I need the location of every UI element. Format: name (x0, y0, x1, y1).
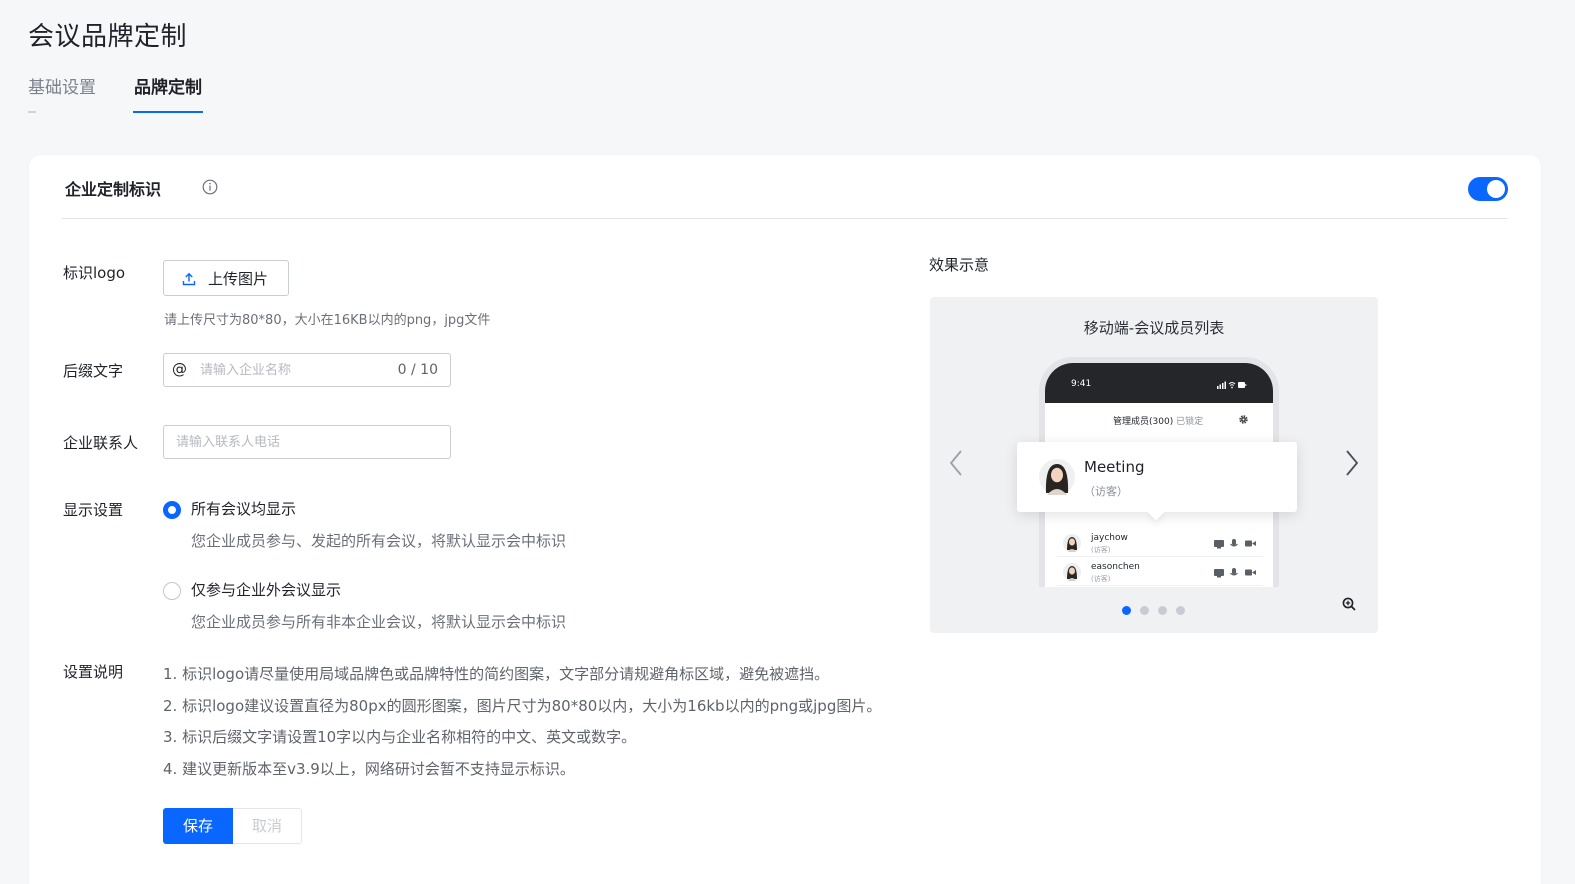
display-label: 显示设置 (63, 501, 124, 519)
member-name: jaychow (1091, 533, 1128, 543)
screen-mic-camera-icons (1214, 539, 1256, 549)
company-name-input[interactable] (200, 354, 390, 386)
member-list-title: 管理成员(300) 已锁定 (1113, 414, 1203, 427)
radio-description: 您企业成员参与、发起的所有会议，将默认显示会中标识 (191, 532, 567, 550)
tab-brand-customization[interactable]: 品牌定制 (133, 76, 203, 114)
avatar (1063, 534, 1081, 552)
contact-phone-input[interactable] (176, 426, 442, 458)
notes-label: 设置说明 (63, 663, 124, 681)
note-item: 3. 标识后缀文字请设置10字以内与企业名称相符的中文、英文或数字。 (163, 728, 637, 746)
member-row: jaychow (访客) (1057, 529, 1263, 557)
carousel-dot-3[interactable] (1158, 606, 1167, 615)
contact-input-box (163, 425, 451, 459)
member-row: easonchen (访客) (1057, 558, 1263, 586)
radio-checked-icon (163, 501, 181, 519)
popup-name: Meeting (1084, 458, 1145, 476)
phone-time: 9:41 (1071, 379, 1092, 389)
notes-list: 1. 标识logo请尽量使用局域品牌色或品牌特性的简约图案，文字部分请规避角标区… (163, 659, 881, 785)
upload-image-button[interactable]: 上传图片 (163, 260, 289, 296)
settings-card: 企业定制标识 标识logo 上传图片 请上传尺寸为80*80，大小在16KB以内… (29, 155, 1541, 884)
cancel-button[interactable]: 取消 (233, 808, 302, 844)
radio-all-meetings[interactable]: 所有会议均显示 (163, 498, 363, 522)
page-title: 会议品牌定制 (28, 22, 188, 52)
member-tag: (访客) (1091, 575, 1111, 583)
chevron-left-icon[interactable] (947, 448, 965, 478)
upload-hint: 请上传尺寸为80*80，大小在16KB以内的png，jpg文件 (164, 313, 491, 328)
member-name: easonchen (1091, 562, 1140, 572)
preview-title: 效果示意 (929, 256, 990, 274)
radio-label: 所有会议均显示 (191, 500, 297, 518)
avatar (1039, 459, 1075, 495)
at-prefix: @ (172, 360, 187, 378)
carousel-dot-4[interactable] (1176, 606, 1185, 615)
logo-label: 标识logo (63, 264, 126, 282)
member-popup-card: Meeting （访客） (1017, 442, 1297, 512)
note-item: 2. 标识logo建议设置直径为80px的圆形图案，图片尺寸为80*80以内，大… (163, 696, 882, 715)
member-count-title: 管理成员(300) (1113, 417, 1174, 427)
tab-underline (28, 111, 36, 113)
brand-toggle-switch[interactable] (1468, 177, 1508, 201)
note-item: 1. 标识logo请尽量使用局域品牌色或品牌特性的简约图案，文字部分请规避角标区… (163, 665, 830, 683)
contact-label: 企业联系人 (63, 434, 139, 452)
carousel-dot-2[interactable] (1140, 606, 1149, 615)
member-tag: (访客) (1091, 546, 1111, 554)
radio-unchecked-icon (163, 582, 181, 600)
radio-description: 您企业成员参与所有非本企业会议，将默认显示会中标识 (191, 613, 567, 631)
section-title: 企业定制标识 (65, 180, 162, 199)
locked-status: 已锁定 (1176, 417, 1204, 427)
radio-external-meetings[interactable]: 仅参与企业外会议显示 (163, 579, 383, 603)
note-item: 4. 建议更新版本至v3.9以上，网络研讨会暂不支持显示标识。 (163, 759, 575, 778)
card-header: 企业定制标识 (62, 155, 1508, 219)
active-tab-indicator (133, 111, 203, 113)
upload-icon (182, 272, 196, 286)
radio-label: 仅参与企业外会议显示 (191, 581, 342, 599)
toggle-knob (1487, 180, 1505, 198)
phone-status-bar: 9:41 (1045, 363, 1273, 403)
screen-mic-camera-icons (1214, 568, 1256, 578)
preview-caption: 移动端-会议成员列表 (1083, 319, 1225, 337)
carousel-dot-1[interactable] (1122, 606, 1131, 615)
chevron-right-icon[interactable] (1343, 448, 1361, 478)
signal-wifi-battery-icon (1217, 381, 1247, 389)
suffix-input-box: @ 0 / 10 (163, 353, 451, 387)
save-button[interactable]: 保存 (163, 808, 233, 844)
tab-label: 基础设置 (28, 78, 96, 98)
avatar (1063, 563, 1081, 581)
suffix-label: 后缀文字 (63, 362, 124, 380)
preview-carousel: 移动端-会议成员列表 9:41 管理成员(300) 已锁定 jaychow (访… (930, 297, 1378, 633)
char-counter: 0 / 10 (397, 362, 438, 378)
tab-label: 品牌定制 (134, 78, 202, 98)
popup-tag: （访客） (1084, 485, 1128, 498)
phone-nav-bar: 管理成员(300) 已锁定 (1045, 403, 1273, 435)
gear-icon (1239, 415, 1248, 424)
tab-basic-settings[interactable]: 基础设置 (28, 76, 96, 114)
zoom-in-icon[interactable] (1342, 597, 1356, 611)
info-icon[interactable] (202, 179, 218, 195)
upload-label: 上传图片 (208, 270, 269, 288)
